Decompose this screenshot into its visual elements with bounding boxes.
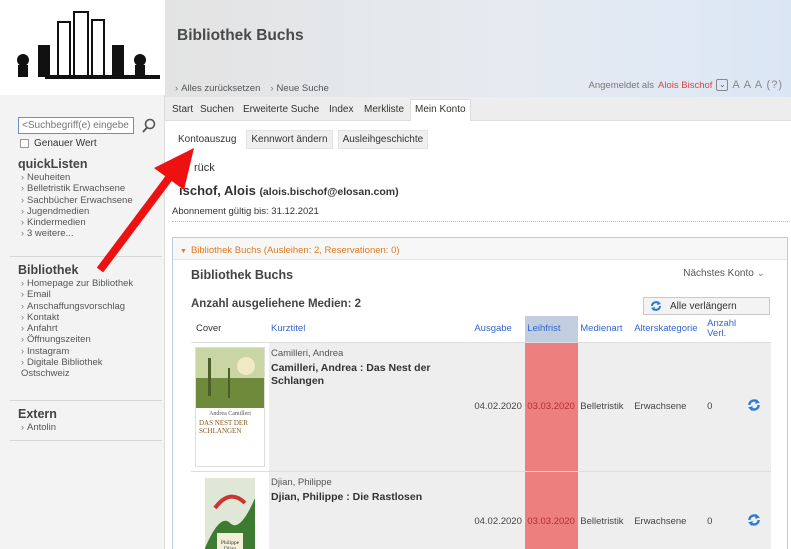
col-age[interactable]: Alterskategorie	[632, 316, 706, 343]
account-holder: ischof, Alois (alois.bischof@elosan.com)	[179, 183, 399, 198]
exact-match-label: Genauer Wert	[34, 138, 97, 149]
issued-date: 04.02.2020	[472, 342, 526, 472]
library-link[interactable]: › Kontakt	[18, 312, 158, 323]
col-issued[interactable]: Ausgabe	[472, 316, 526, 343]
library-link[interactable]: › Email	[18, 289, 158, 300]
age-category: Erwachsene	[632, 342, 706, 472]
login-prefix: Angemeldet als	[588, 79, 655, 91]
search-icon[interactable]	[141, 118, 157, 134]
renew-icon[interactable]	[747, 398, 761, 412]
due-date: 03.03.2020	[525, 342, 579, 472]
renew-icon[interactable]	[747, 513, 761, 527]
reset-all-link[interactable]: › Alles zurücksetzen	[175, 83, 260, 94]
col-title[interactable]: Kurztitel	[269, 316, 473, 343]
cover-cell: Philippe Djian	[191, 471, 269, 549]
renew-icon	[651, 301, 661, 311]
library-link[interactable]: › Homepage zur Bibliothek	[18, 278, 158, 289]
loan-count: Anzahl ausgeliehene Medien: 2	[191, 298, 361, 310]
tab-watchlist[interactable]: Merkliste	[361, 102, 407, 117]
tab-change-password[interactable]: Kennwort ändern	[246, 130, 333, 149]
divider	[10, 400, 162, 401]
tab-loan-history[interactable]: Ausleihgeschichte	[337, 130, 429, 149]
table-row: Andrea Camilleri DAS NEST DER SCHLANGEN …	[191, 342, 771, 472]
col-action	[745, 316, 771, 343]
media-type: Belletristik	[578, 471, 633, 549]
table-header-row: Cover Kurztitel Ausgabe Leihfrist Medien…	[191, 316, 771, 343]
renew-cell	[745, 471, 771, 549]
tab-my-account[interactable]: Mein Konto	[410, 99, 471, 121]
col-cover: Cover	[191, 316, 269, 343]
extern-section: Extern › Antolin	[18, 407, 158, 433]
title-cell: Djian, Philippe Djian, Philippe : Die Ra…	[269, 471, 473, 549]
tab-advanced-search[interactable]: Erweiterte Suche	[240, 102, 322, 117]
tab-index[interactable]: Index	[326, 102, 356, 117]
renew-all-button[interactable]: Alle verlängern	[643, 297, 770, 315]
renewal-count: 0	[705, 471, 746, 549]
search-input[interactable]	[18, 117, 134, 134]
cover-cell: Andrea Camilleri DAS NEST DER SCHLANGEN	[191, 342, 269, 472]
font-size-controls[interactable]: A A A (?)	[732, 79, 783, 91]
divider	[10, 440, 162, 441]
extern-link[interactable]: › Antolin	[18, 422, 158, 433]
col-media[interactable]: Medienart	[578, 316, 633, 343]
divider	[172, 221, 788, 222]
main-tabs: Start Suchen Erweiterte Suche Index Merk…	[165, 97, 791, 121]
account-email: (alois.bischof@elosan.com)	[259, 186, 399, 198]
cover-author: Philippe Djian	[220, 539, 240, 549]
annotation-arrow-icon	[96, 148, 194, 273]
title-cell: Camilleri, Andrea Camilleri, Andrea : Da…	[269, 342, 473, 472]
panel-toggle[interactable]: ▼ Bibliothek Buchs (Ausleihen: 2, Reserva…	[173, 238, 787, 260]
new-search-link[interactable]: › Neue Suche	[270, 83, 328, 94]
library-link[interactable]: › Anfahrt	[18, 323, 158, 334]
cover-title: DAS NEST DER SCHLANGEN	[199, 418, 248, 435]
breadcrumb: › Alles zurücksetzen › Neue Suche	[175, 83, 329, 94]
book-cover[interactable]: Philippe Djian	[205, 477, 255, 549]
library-section: Bibliothek › Homepage zur Bibliothek › Ema…	[18, 263, 158, 380]
chevron-down-icon: ⌄	[756, 268, 765, 279]
tab-search[interactable]: Suchen	[197, 102, 237, 117]
media-type: Belletristik	[578, 342, 633, 472]
panel-library-title: Bibliothek Buchs	[191, 268, 294, 282]
library-logo[interactable]	[0, 0, 165, 95]
library-link[interactable]: › Anschaffungsvorschlag	[18, 301, 158, 312]
col-due[interactable]: Leihfrist	[525, 316, 579, 343]
renewal-count: 0	[705, 342, 746, 472]
title-link[interactable]: Camilleri, Andrea : Das Nest der Schlang…	[271, 362, 470, 388]
user-name-link[interactable]: Alois Bischof	[658, 80, 712, 91]
library-link[interactable]: › Öffnungszeiten	[18, 334, 158, 345]
login-status: Angemeldet als Alois Bischof ⌄ A A A (?)	[589, 79, 783, 91]
age-category: Erwachsene	[632, 471, 706, 549]
author: Djian, Philippe	[271, 476, 332, 488]
chevron-down-icon[interactable]: ⌄	[716, 79, 729, 91]
renew-cell	[745, 342, 771, 472]
next-account-dropdown[interactable]: Nächstes Konto ⌄	[683, 268, 765, 279]
author: Camilleri, Andrea	[271, 347, 344, 359]
library-account-panel: ▼ Bibliothek Buchs (Ausleihen: 2, Reserva…	[172, 237, 788, 549]
due-date: 03.03.2020	[525, 471, 579, 549]
library-link[interactable]: › Instagram	[18, 346, 158, 357]
loan-table: Cover Kurztitel Ausgabe Leihfrist Medien…	[191, 316, 771, 549]
exact-match-checkbox[interactable]	[20, 139, 29, 148]
page-title: Bibliothek Buchs	[177, 27, 304, 44]
account-subtabs: Kontoauszug Kennwort ändern Ausleihgesch…	[173, 130, 429, 149]
issued-date: 04.02.2020	[472, 471, 526, 549]
col-renewals[interactable]: Anzahl Verl.	[705, 316, 746, 343]
tab-start[interactable]: Start	[169, 102, 196, 117]
table-row: Philippe Djian Djian, Philippe Djian, Ph…	[191, 471, 771, 549]
page-header: Bibliothek Buchs › Alles zurücksetzen › Ne…	[165, 0, 791, 97]
extern-section-title: Extern	[18, 407, 57, 421]
exact-match-option[interactable]: Genauer Wert	[20, 138, 97, 149]
title-link[interactable]: Djian, Philippe : Die Rastlosen	[271, 491, 470, 504]
library-link[interactable]: › Digitale Bibliothek Ostschweiz	[18, 357, 118, 380]
book-cover[interactable]: Andrea Camilleri DAS NEST DER SCHLANGEN	[195, 346, 265, 467]
